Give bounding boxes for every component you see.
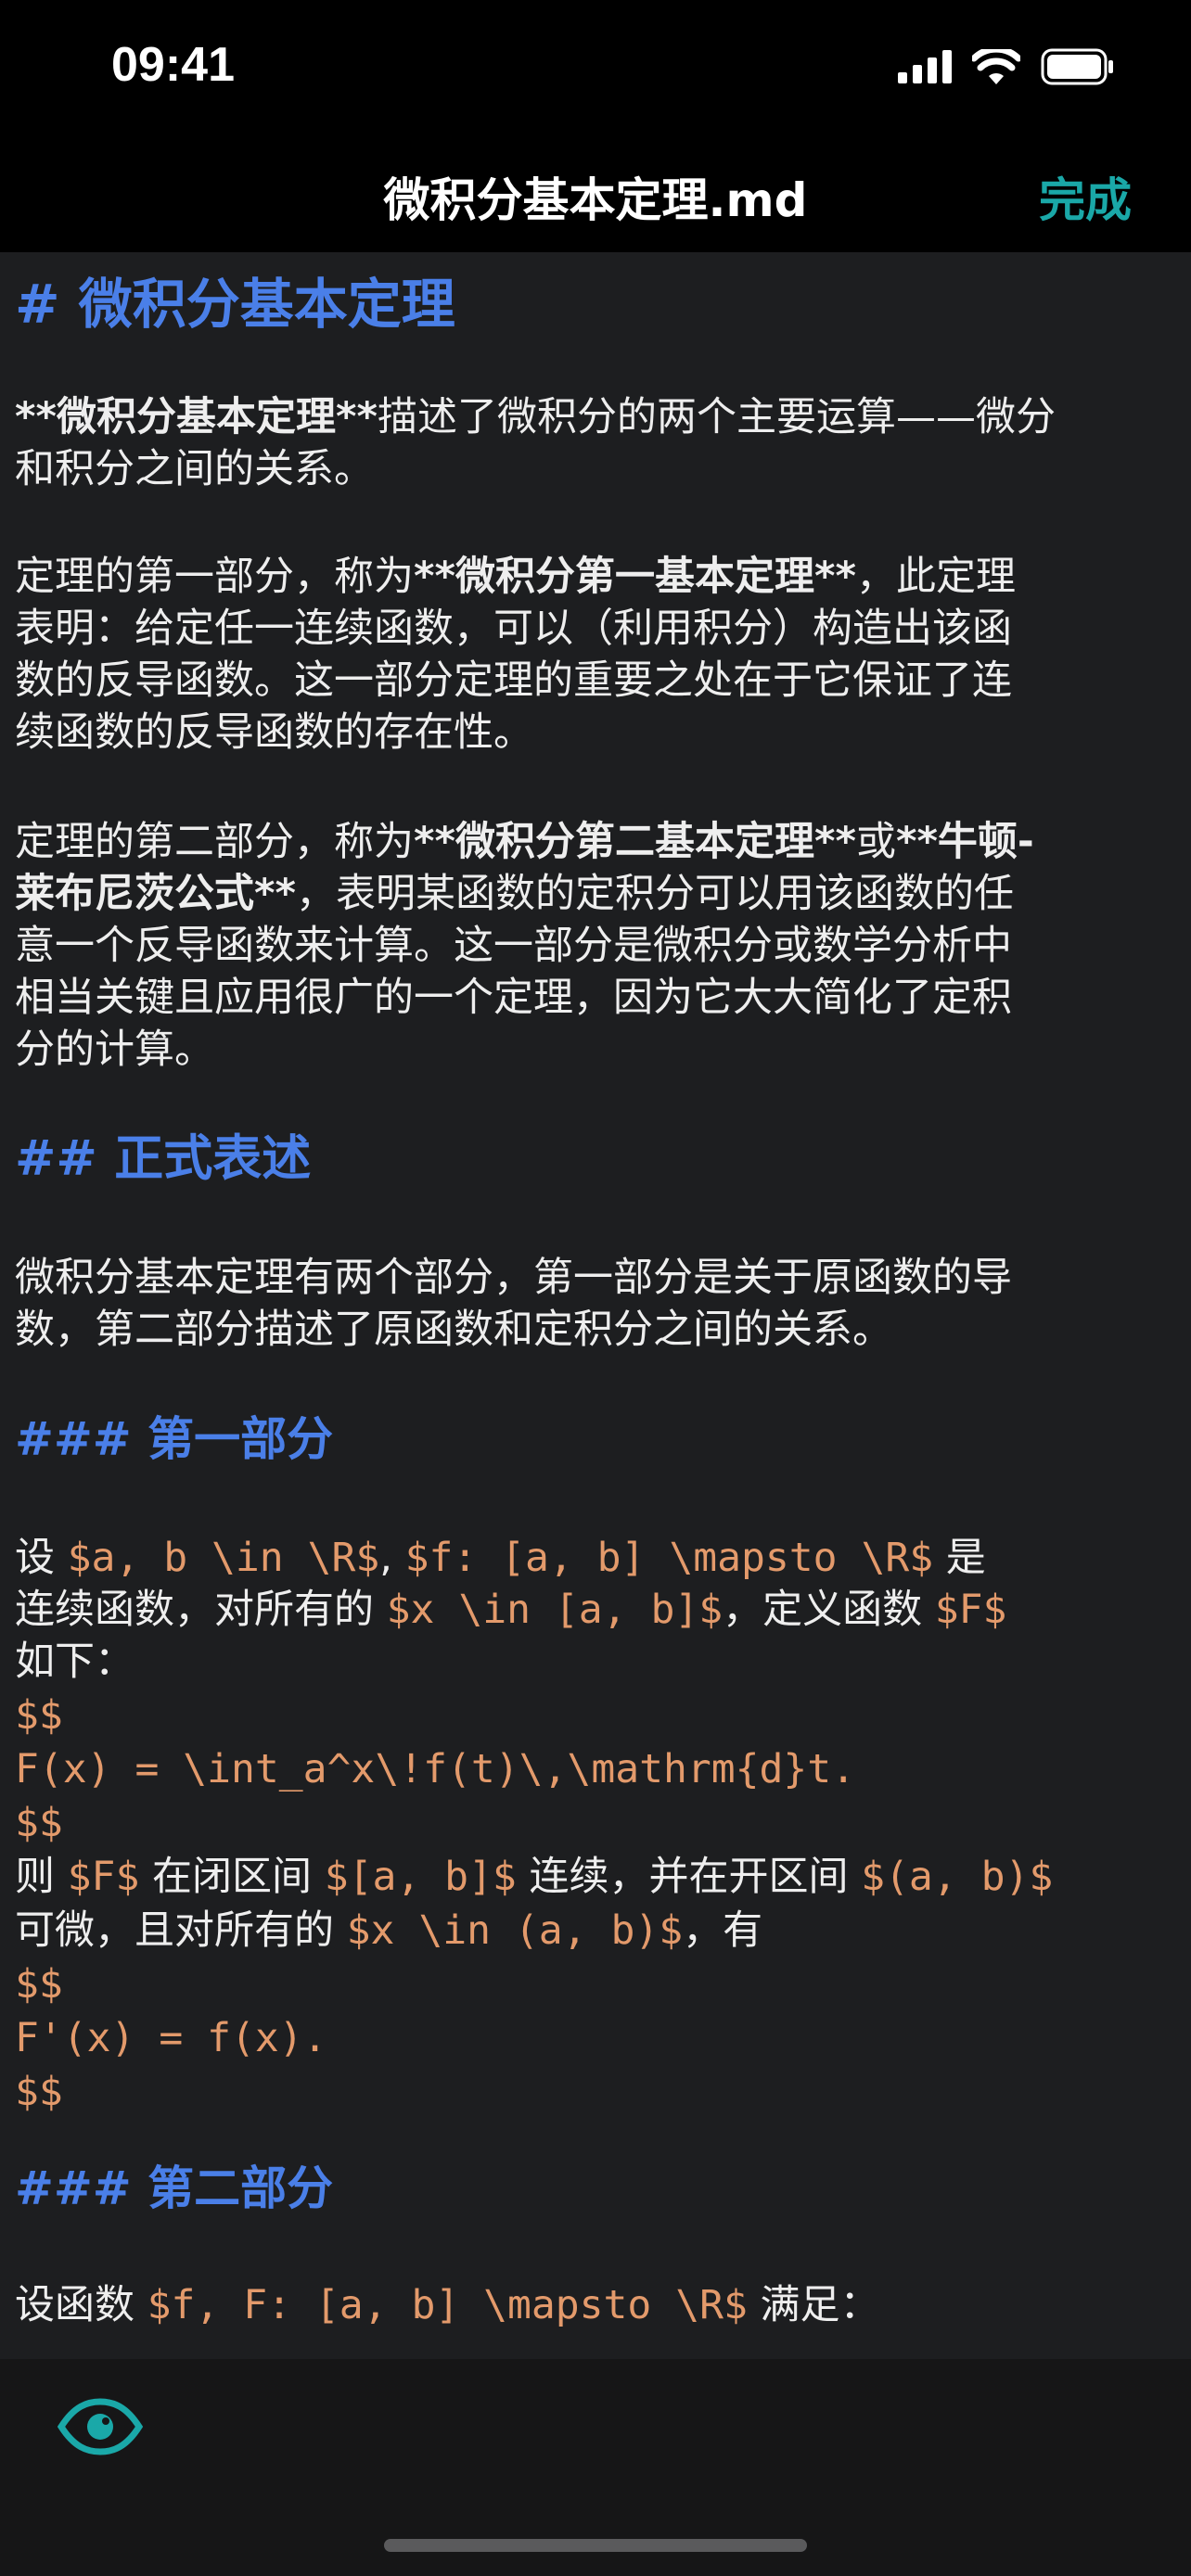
text: 或 <box>855 819 896 865</box>
inline-math: $(a, b)$ <box>861 1854 1054 1900</box>
text: ，表明某函数的定积分可以用该函数的任 <box>295 871 1014 917</box>
bold-text: **微积分基本定理** <box>15 394 378 440</box>
paragraph-line: 表明：给定任一连续函数，可以（利用积分）构造出该函 <box>15 606 1012 652</box>
battery-icon <box>1041 48 1113 85</box>
paragraph-line: 分的计算。 <box>15 1027 214 1073</box>
text: ，有 <box>683 1907 763 1954</box>
inline-math: $F$ <box>67 1854 140 1900</box>
inline-math: $F$ <box>934 1587 1007 1633</box>
paragraph-line: 莱布尼茨公式**，表明某函数的定积分可以用该函数的任 <box>15 868 1014 920</box>
bold-text: 莱布尼茨公式** <box>15 871 296 917</box>
inline-math: $f, F: [a, b] \mapsto \R$ <box>147 2282 748 2328</box>
preview-toggle-button[interactable] <box>57 2398 144 2459</box>
paragraph-line: 续函数的反导函数的存在性。 <box>15 709 533 756</box>
paragraph-line: 意一个反导函数来计算。这一部分是微积分或数学分析中 <box>15 923 1012 969</box>
inline-math: $f: [a, b] \mapsto \R$ <box>404 1535 934 1581</box>
text: 则 <box>15 1854 68 1900</box>
text: , <box>379 1535 405 1581</box>
wifi-icon <box>972 49 1020 84</box>
paragraph-line: 定理的第二部分，称为**微积分第二基本定理**或**牛顿- <box>15 816 1034 868</box>
text: ，定义函数 <box>723 1587 935 1633</box>
paragraph-line: 和积分之间的关系。 <box>15 446 374 492</box>
home-indicator <box>384 2539 807 2552</box>
math-block-delimiter: $$ <box>15 1800 63 1846</box>
paragraph-line: 数的反导函数。这一部分定理的重要之处在于它保证了连 <box>15 657 1012 704</box>
heading-1: # 微积分基本定理 <box>15 273 455 336</box>
paragraph-line: 可微，且对所有的 $x \in (a, b)$，有 <box>15 1905 762 1957</box>
markdown-editor[interactable]: # 微积分基本定理 **微积分基本定理**描述了微积分的两个主要运算——微分 和… <box>0 252 1191 2359</box>
status-icons <box>898 48 1115 85</box>
paragraph-line: 则 $F$ 在闭区间 $[a, b]$ 连续，并在开区间 $(a, b)$ <box>15 1851 1053 1903</box>
text: 是 <box>933 1535 986 1581</box>
math-block: F'(x) = f(x). <box>15 2015 327 2061</box>
text: 满足： <box>747 2282 880 2328</box>
done-button[interactable]: 完成 <box>1039 163 1132 230</box>
paragraph-line: 如下： <box>15 1639 134 1685</box>
math-block-delimiter: $$ <box>15 1692 63 1739</box>
math-block-delimiter: $$ <box>15 2069 63 2115</box>
navigation-bar: 微积分基本定理.md 完成 <box>0 139 1191 252</box>
text: 可微，且对所有的 <box>15 1907 347 1954</box>
text: 设函数 <box>15 2282 147 2328</box>
heading-2: ## 正式表述 <box>15 1130 312 1187</box>
inline-math: $x \in (a, b)$ <box>346 1907 684 1954</box>
status-time: 09:41 <box>111 38 235 92</box>
text: 在闭区间 <box>139 1854 325 1900</box>
paragraph-line: 相当关键且应用很广的一个定理，因为它大大简化了定积 <box>15 975 1012 1021</box>
bold-text: **微积分第一基本定理** <box>414 554 856 600</box>
paragraph-line: **微积分基本定理**描述了微积分的两个主要运算——微分 <box>15 391 1056 443</box>
heading-3: ### 第二部分 <box>15 2162 334 2215</box>
paragraph-line: 定理的第一部分，称为**微积分第一基本定理**，此定理 <box>15 551 1016 603</box>
math-block-delimiter: $$ <box>15 1961 63 2008</box>
text: ，此定理 <box>855 554 1016 600</box>
paragraph-line: 设 $a, b \in \R$, $f: [a, b] \mapsto \R$ … <box>15 1532 986 1584</box>
text: 连续，并在开区间 <box>516 1854 862 1900</box>
text: 描述了微积分的两个主要运算——微分 <box>377 394 1056 440</box>
paragraph-line: 微积分基本定理有两个部分，第一部分是关于原函数的导 <box>15 1255 1012 1301</box>
text: 设 <box>15 1535 68 1581</box>
cellular-signal-icon <box>898 50 952 83</box>
text: 连续函数，对所有的 <box>15 1587 387 1633</box>
inline-math: $a, b \in \R$ <box>67 1535 380 1581</box>
eye-icon <box>57 2398 144 2455</box>
document-title: 微积分基本定理.md <box>383 173 808 227</box>
bold-text: **微积分第二基本定理** <box>414 819 856 865</box>
paragraph-line: 数，第二部分描述了原函数和定积分之间的关系。 <box>15 1307 892 1353</box>
status-bar: 09:41 <box>0 0 1191 139</box>
text: 定理的第一部分，称为 <box>15 554 414 600</box>
inline-math: $[a, b]$ <box>324 1854 517 1900</box>
paragraph-line: 连续函数，对所有的 $x \in [a, b]$，定义函数 $F$ <box>15 1584 1006 1636</box>
bold-text: **牛顿- <box>895 819 1034 865</box>
text: 定理的第二部分，称为 <box>15 819 414 865</box>
inline-math: $x \in [a, b]$ <box>386 1587 724 1633</box>
math-block: F(x) = \int_a^x\!f(t)\,\mathrm{d}t. <box>15 1746 856 1792</box>
paragraph-line: 设函数 $f, F: [a, b] \mapsto \R$ 满足： <box>15 2279 880 2331</box>
heading-3: ### 第一部分 <box>15 1412 334 1466</box>
